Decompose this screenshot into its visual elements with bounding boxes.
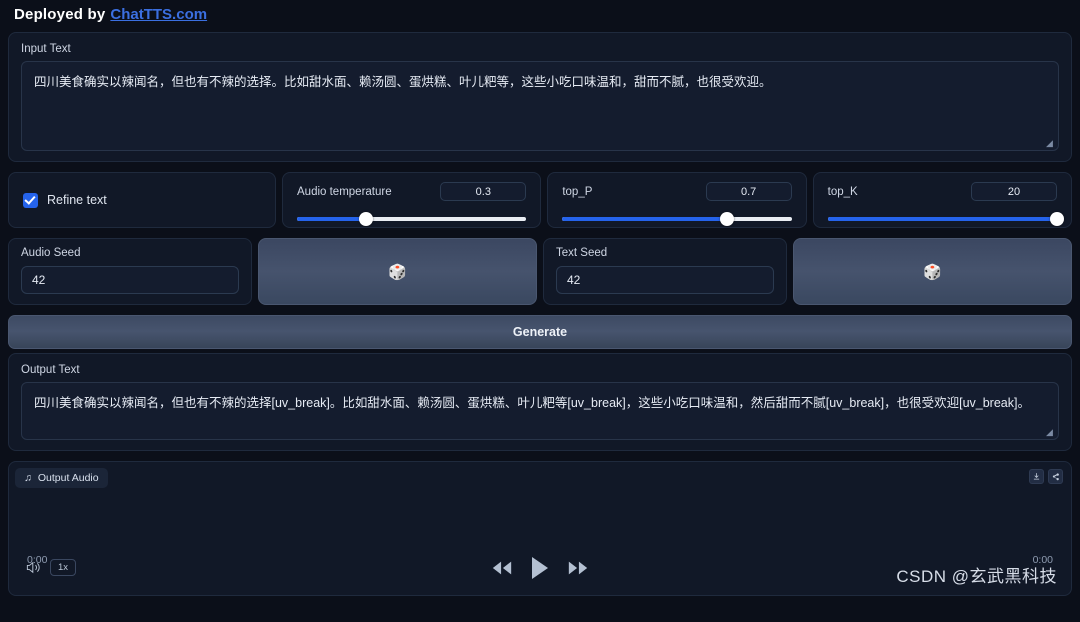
top-p-head: top_P 0.7 [562, 173, 792, 201]
audio-temperature-head: Audio temperature 0.3 [297, 173, 527, 201]
top-p-fill [562, 217, 728, 221]
resize-grip[interactable]: ◢ [1046, 428, 1055, 437]
text-seed-input[interactable]: 42 [556, 266, 774, 294]
top-p-value[interactable]: 0.7 [705, 182, 792, 201]
share-icon [1052, 473, 1059, 481]
audio-bottom-controls: 1x [9, 556, 1071, 583]
music-note-icon: ♫ [24, 472, 32, 484]
deployed-banner: Deployed by ChatTTS.com [0, 0, 1080, 28]
input-text-label: Input Text [21, 43, 71, 55]
transport-controls [9, 556, 1071, 580]
top-p-thumb[interactable] [720, 212, 735, 226]
output-text-field[interactable]: 四川美食确实以辣闻名，但也有不辣的选择[uv_break]。比如甜水面、赖汤圆、… [21, 382, 1059, 440]
top-p-cell: top_P 0.7 [547, 172, 807, 228]
generate-button[interactable]: Generate [8, 315, 1072, 349]
seed-row: Audio Seed 42 🎲 Text Seed 42 🎲 [8, 238, 1072, 305]
refine-text-checkbox[interactable] [23, 192, 38, 208]
refine-text-checkbox-group[interactable]: Refine text [23, 192, 107, 208]
audio-temperature-value[interactable]: 0.3 [440, 182, 527, 201]
top-p-slider[interactable] [562, 212, 792, 226]
text-seed-label: Text Seed [556, 247, 608, 259]
audio-temperature-label: Audio temperature [297, 185, 392, 198]
top-k-value[interactable]: 20 [970, 182, 1057, 201]
tab-output-audio[interactable]: ♫ Output Audio [15, 468, 108, 488]
output-audio-panel: ♫ Output Audio 0:00 0:00 1x CSDN @玄武黑科技 [8, 461, 1072, 596]
download-button[interactable] [1029, 469, 1044, 484]
rewind-button[interactable] [491, 560, 513, 576]
audio-temperature-cell: Audio temperature 0.3 [282, 172, 542, 228]
audio-temperature-thumb[interactable] [358, 212, 373, 226]
play-button[interactable] [530, 556, 550, 580]
controls-row: Refine text Audio temperature 0.3 top_P … [8, 172, 1072, 228]
rewind-icon [492, 561, 512, 575]
dice-icon: 🎲 [388, 263, 407, 281]
audio-seed-label: Audio Seed [21, 247, 81, 259]
text-seed-cell: Text Seed 42 [543, 238, 787, 305]
top-k-fill [827, 217, 1057, 221]
fast-forward-icon [568, 561, 588, 575]
input-text-panel: Input Text 四川美食确实以辣闻名，但也有不辣的选择。比如甜水面、赖汤圆… [8, 32, 1072, 162]
refine-text-label: Refine text [47, 193, 107, 207]
resize-grip[interactable]: ◢ [1046, 139, 1055, 148]
chattts-link[interactable]: ChatTTS.com [110, 6, 207, 23]
share-button[interactable] [1048, 469, 1063, 484]
download-icon [1033, 473, 1040, 480]
top-k-thumb[interactable] [1049, 212, 1064, 226]
top-k-head: top_K 20 [828, 173, 1057, 201]
output-text-label: Output Text [21, 364, 80, 376]
top-k-cell: top_K 20 [812, 172, 1072, 228]
top-k-label: top_K [827, 185, 858, 198]
text-seed-dice-button[interactable]: 🎲 [793, 238, 1072, 305]
audio-actions [1029, 469, 1063, 484]
tab-output-audio-label: Output Audio [37, 472, 99, 484]
top-k-slider[interactable] [827, 212, 1064, 226]
fast-forward-button[interactable] [567, 560, 589, 576]
refine-text-cell: Refine text [8, 172, 276, 228]
audio-temperature-fill [297, 217, 366, 221]
audio-seed-cell: Audio Seed 42 [8, 238, 252, 305]
play-icon [532, 557, 548, 579]
audio-seed-dice-button[interactable]: 🎲 [258, 238, 537, 305]
input-text-field[interactable]: 四川美食确实以辣闻名，但也有不辣的选择。比如甜水面、赖汤圆、蛋烘糕、叶儿粑等，这… [21, 61, 1059, 151]
audio-temperature-slider[interactable] [297, 212, 527, 226]
audio-seed-input[interactable]: 42 [21, 266, 239, 294]
dice-icon: 🎲 [923, 263, 942, 281]
top-p-label: top_P [562, 185, 593, 198]
deployed-by-label: Deployed by [14, 5, 106, 23]
output-text-panel: Output Text 四川美食确实以辣闻名，但也有不辣的选择[uv_break… [8, 353, 1072, 451]
